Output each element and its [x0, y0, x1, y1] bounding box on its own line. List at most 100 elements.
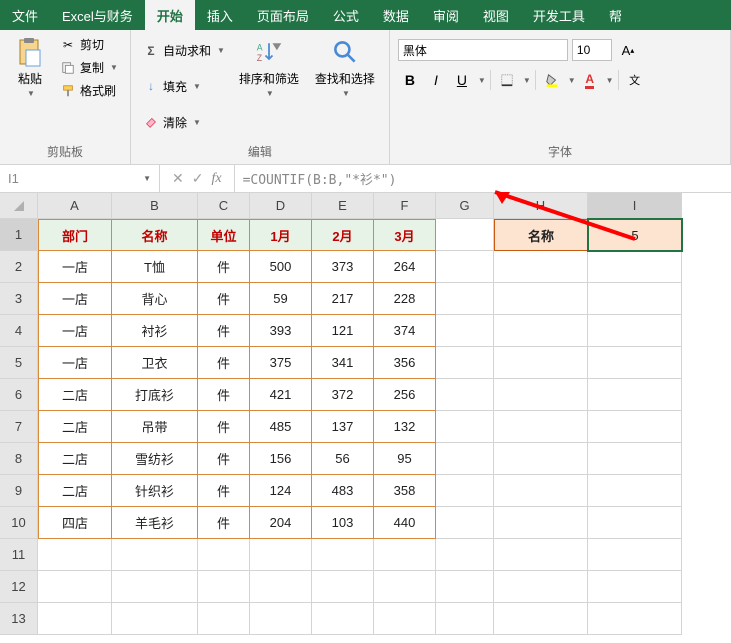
cell[interactable]: 件 — [198, 475, 250, 507]
cell[interactable] — [494, 283, 588, 315]
font-name-select[interactable] — [398, 39, 568, 61]
cell[interactable]: 356 — [374, 347, 436, 379]
bold-button[interactable]: B — [398, 68, 422, 92]
cell[interactable]: 单位 — [198, 219, 250, 251]
cell[interactable] — [494, 571, 588, 603]
cell[interactable] — [588, 443, 682, 475]
cell[interactable]: 一店 — [38, 251, 112, 283]
tab-home[interactable]: 开始 — [145, 0, 195, 30]
cell[interactable]: 件 — [198, 315, 250, 347]
row-header-12[interactable]: 12 — [0, 571, 38, 603]
find-select-button[interactable]: 查找和选择 ▼ — [309, 34, 381, 139]
cell[interactable] — [588, 539, 682, 571]
cell[interactable]: 一店 — [38, 347, 112, 379]
cell[interactable] — [436, 443, 494, 475]
sort-filter-button[interactable]: AZ 排序和筛选 ▼ — [233, 34, 305, 139]
cell[interactable]: 217 — [312, 283, 374, 315]
cell[interactable]: 名称 — [494, 219, 588, 251]
row-header-7[interactable]: 7 — [0, 411, 38, 443]
cell[interactable] — [436, 379, 494, 411]
cell[interactable]: 部门 — [38, 219, 112, 251]
cell[interactable] — [112, 603, 198, 635]
cell[interactable]: 485 — [250, 411, 312, 443]
tab-insert[interactable]: 插入 — [195, 0, 245, 30]
cell[interactable]: 件 — [198, 283, 250, 315]
cell[interactable]: 一店 — [38, 283, 112, 315]
paste-button[interactable]: 粘贴 ▼ — [8, 34, 52, 139]
cell[interactable]: 2月 — [312, 219, 374, 251]
cut-button[interactable]: ✂ 剪切 — [56, 34, 122, 55]
cell[interactable]: 124 — [250, 475, 312, 507]
row-header-3[interactable]: 3 — [0, 283, 38, 315]
cell[interactable]: 卫衣 — [112, 347, 198, 379]
cell[interactable] — [588, 603, 682, 635]
col-header-E[interactable]: E — [312, 193, 374, 219]
cell[interactable]: T恤 — [112, 251, 198, 283]
cell[interactable]: 375 — [250, 347, 312, 379]
cell[interactable] — [436, 507, 494, 539]
row-header-13[interactable]: 13 — [0, 603, 38, 635]
col-header-G[interactable]: G — [436, 193, 494, 219]
tab-dev[interactable]: 开发工具 — [521, 0, 597, 30]
cell[interactable]: 440 — [374, 507, 436, 539]
tab-custom[interactable]: Excel与财务 — [50, 0, 145, 30]
copy-button[interactable]: 复制 ▼ — [56, 57, 122, 78]
cell[interactable] — [436, 539, 494, 571]
fx-icon[interactable]: fx — [211, 171, 221, 187]
cell[interactable]: 一店 — [38, 315, 112, 347]
cell[interactable] — [494, 347, 588, 379]
cell[interactable] — [494, 411, 588, 443]
cell[interactable] — [312, 539, 374, 571]
cell[interactable]: 3月 — [374, 219, 436, 251]
tab-help[interactable]: 帮 — [597, 0, 634, 30]
cell[interactable] — [588, 347, 682, 379]
cell[interactable] — [436, 219, 494, 251]
cell[interactable]: 358 — [374, 475, 436, 507]
cell[interactable]: 二店 — [38, 443, 112, 475]
cell[interactable]: 四店 — [38, 507, 112, 539]
tab-formulas[interactable]: 公式 — [321, 0, 371, 30]
cell[interactable] — [312, 571, 374, 603]
cell[interactable] — [374, 603, 436, 635]
formula-input[interactable]: =COUNTIF(B:B,"*衫*") — [235, 165, 731, 192]
accept-formula-icon[interactable]: ✓ — [192, 170, 204, 187]
cell[interactable] — [436, 475, 494, 507]
name-box[interactable]: I1 ▼ — [0, 165, 160, 192]
tab-file[interactable]: 文件 — [0, 0, 50, 30]
col-header-C[interactable]: C — [198, 193, 250, 219]
cell[interactable] — [38, 603, 112, 635]
border-button[interactable] — [495, 68, 519, 92]
cell[interactable]: 59 — [250, 283, 312, 315]
row-header-2[interactable]: 2 — [0, 251, 38, 283]
cell[interactable]: 393 — [250, 315, 312, 347]
clear-button[interactable]: 清除 ▼ — [139, 112, 229, 133]
phonetic-button[interactable]: 文 — [623, 68, 647, 92]
tab-layout[interactable]: 页面布局 — [245, 0, 321, 30]
cell[interactable]: 件 — [198, 347, 250, 379]
cell[interactable]: 针织衫 — [112, 475, 198, 507]
cell[interactable]: 件 — [198, 411, 250, 443]
cell[interactable] — [436, 347, 494, 379]
cell[interactable] — [374, 571, 436, 603]
row-header-11[interactable]: 11 — [0, 539, 38, 571]
cell[interactable] — [588, 571, 682, 603]
cell[interactable]: 121 — [312, 315, 374, 347]
cell[interactable] — [588, 251, 682, 283]
cell[interactable]: 二店 — [38, 475, 112, 507]
cell[interactable] — [436, 411, 494, 443]
cell[interactable] — [494, 379, 588, 411]
cell[interactable]: 件 — [198, 507, 250, 539]
tab-data[interactable]: 数据 — [371, 0, 421, 30]
cell[interactable]: 雪纺衫 — [112, 443, 198, 475]
cell[interactable]: 372 — [312, 379, 374, 411]
cell[interactable] — [374, 539, 436, 571]
cell[interactable]: 56 — [312, 443, 374, 475]
tab-review[interactable]: 审阅 — [421, 0, 471, 30]
col-header-D[interactable]: D — [250, 193, 312, 219]
fill-button[interactable]: ↓ 填充 ▼ — [139, 76, 229, 97]
cell[interactable] — [588, 411, 682, 443]
cell[interactable] — [250, 603, 312, 635]
cell[interactable]: 256 — [374, 379, 436, 411]
cancel-formula-icon[interactable]: ✕ — [172, 170, 184, 187]
col-header-H[interactable]: H — [494, 193, 588, 219]
